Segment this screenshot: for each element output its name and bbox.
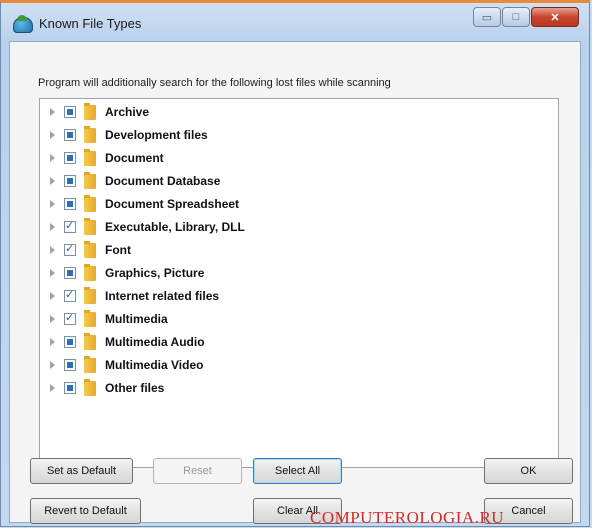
tree-row-label: Development files	[105, 128, 208, 142]
expand-arrow-icon[interactable]	[50, 246, 55, 254]
tree-row[interactable]: Document Database	[40, 170, 220, 192]
expand-arrow-icon[interactable]	[50, 315, 55, 323]
checkbox[interactable]	[64, 288, 76, 302]
instruction-text: Program will additionally search for the…	[38, 77, 391, 89]
window-controls: ▭ □ ✕	[473, 7, 579, 27]
checkbox[interactable]	[64, 129, 76, 141]
tree-row-label: Archive	[105, 105, 150, 119]
tree-row-label: Multimedia	[105, 312, 168, 326]
checkbox[interactable]	[64, 336, 76, 348]
checkbox[interactable]	[64, 198, 76, 210]
folder-icon	[84, 355, 96, 373]
window-title: Known File Types	[39, 16, 142, 31]
checkbox[interactable]	[64, 175, 76, 187]
checkbox[interactable]	[64, 382, 76, 394]
checkbox[interactable]	[64, 242, 76, 256]
tree-row-label: Document Spreadsheet	[105, 197, 240, 211]
tree-row-label: Multimedia Video	[105, 358, 204, 372]
folder-icon	[84, 194, 96, 212]
tree-row[interactable]: Document	[40, 147, 164, 169]
folder-icon	[84, 332, 96, 350]
folder-icon	[84, 217, 96, 235]
checkbox[interactable]	[64, 267, 76, 279]
maximize-button[interactable]: □	[502, 7, 530, 27]
tree-row[interactable]: Executable, Library, DLL	[40, 216, 245, 238]
tree-row[interactable]: Multimedia	[40, 308, 168, 330]
folder-icon	[84, 102, 96, 120]
file-types-tree[interactable]: Archive Development files Document Document…	[39, 98, 559, 468]
expand-arrow-icon[interactable]	[50, 292, 55, 300]
tree-row[interactable]: Other files	[40, 377, 164, 399]
tree-row[interactable]: Multimedia Video	[40, 354, 203, 376]
checkbox[interactable]	[64, 359, 76, 371]
tree-row-label: Document	[105, 151, 164, 165]
close-button[interactable]: ✕	[531, 7, 579, 27]
checkbox[interactable]	[64, 311, 76, 325]
watermark-text: COMPUTEROLOGIA.RU	[310, 508, 505, 527]
tree-row-label: Internet related files	[105, 289, 220, 303]
expand-arrow-icon[interactable]	[50, 384, 55, 392]
tree-row-label: Graphics, Picture	[105, 266, 205, 280]
tree-row[interactable]: Archive	[40, 101, 149, 123]
expand-arrow-icon[interactable]	[50, 361, 55, 369]
expand-arrow-icon[interactable]	[50, 338, 55, 346]
expand-arrow-icon[interactable]	[50, 108, 55, 116]
expand-arrow-icon[interactable]	[50, 223, 55, 231]
dialog-body: Program will additionally search for the…	[9, 41, 581, 524]
tree-row-label: Font	[105, 243, 131, 257]
checkbox[interactable]	[64, 106, 76, 118]
tree-row[interactable]: Document Spreadsheet	[40, 193, 239, 215]
tree-row-label: Document Database	[105, 174, 221, 188]
known-file-types-dialog: Known File Types ▭ □ ✕ Program will addi…	[0, 0, 590, 527]
reset-button[interactable]: Reset	[153, 458, 242, 484]
tree-row[interactable]: Internet related files	[40, 285, 219, 307]
tree-row-label: Multimedia Audio	[105, 335, 205, 349]
checkbox[interactable]	[64, 219, 76, 233]
set-as-default-button[interactable]: Set as Default	[30, 458, 133, 484]
expand-arrow-icon[interactable]	[50, 200, 55, 208]
checkbox[interactable]	[64, 152, 76, 164]
folder-icon	[84, 378, 96, 396]
expand-arrow-icon[interactable]	[50, 177, 55, 185]
tree-row-label: Other files	[105, 381, 165, 395]
folder-icon	[84, 240, 96, 258]
folder-icon	[84, 125, 96, 143]
tree-row[interactable]: Multimedia Audio	[40, 331, 205, 353]
tree-row[interactable]: Font	[40, 239, 131, 261]
select-all-button[interactable]: Select All	[253, 458, 342, 484]
folder-icon	[84, 171, 96, 189]
tree-row[interactable]: Graphics, Picture	[40, 262, 204, 284]
tree-row-label: Executable, Library, DLL	[105, 220, 245, 234]
expand-arrow-icon[interactable]	[50, 131, 55, 139]
expand-arrow-icon[interactable]	[50, 269, 55, 277]
folder-icon	[84, 148, 96, 166]
folder-icon	[84, 263, 96, 281]
folder-icon	[84, 309, 96, 327]
ok-button[interactable]: OK	[484, 458, 573, 484]
revert-to-default-button[interactable]: Revert to Default	[30, 498, 141, 524]
minimize-button[interactable]: ▭	[473, 7, 501, 27]
tree-row[interactable]: Development files	[40, 124, 208, 146]
folder-icon	[84, 286, 96, 304]
expand-arrow-icon[interactable]	[50, 154, 55, 162]
app-icon	[13, 15, 33, 33]
title-bar[interactable]: Known File Types ▭ □ ✕	[1, 3, 589, 41]
